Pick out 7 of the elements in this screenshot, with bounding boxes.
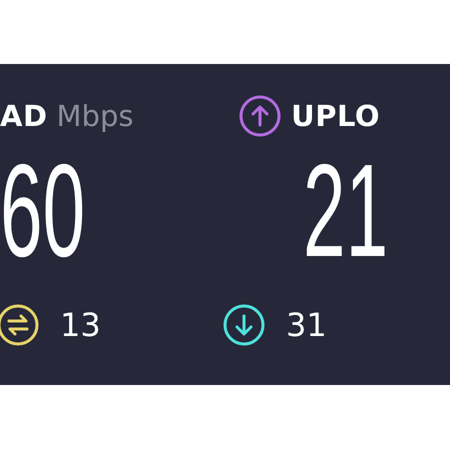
stat-value: 31: [286, 306, 327, 344]
upload-label: UPLO: [291, 99, 380, 133]
stat-value: 13: [60, 306, 101, 344]
upload-value: 21: [303, 151, 388, 271]
download-value: 60: [0, 151, 86, 271]
unit-label: Mbps: [56, 99, 134, 133]
download-label: AD: [0, 99, 48, 133]
